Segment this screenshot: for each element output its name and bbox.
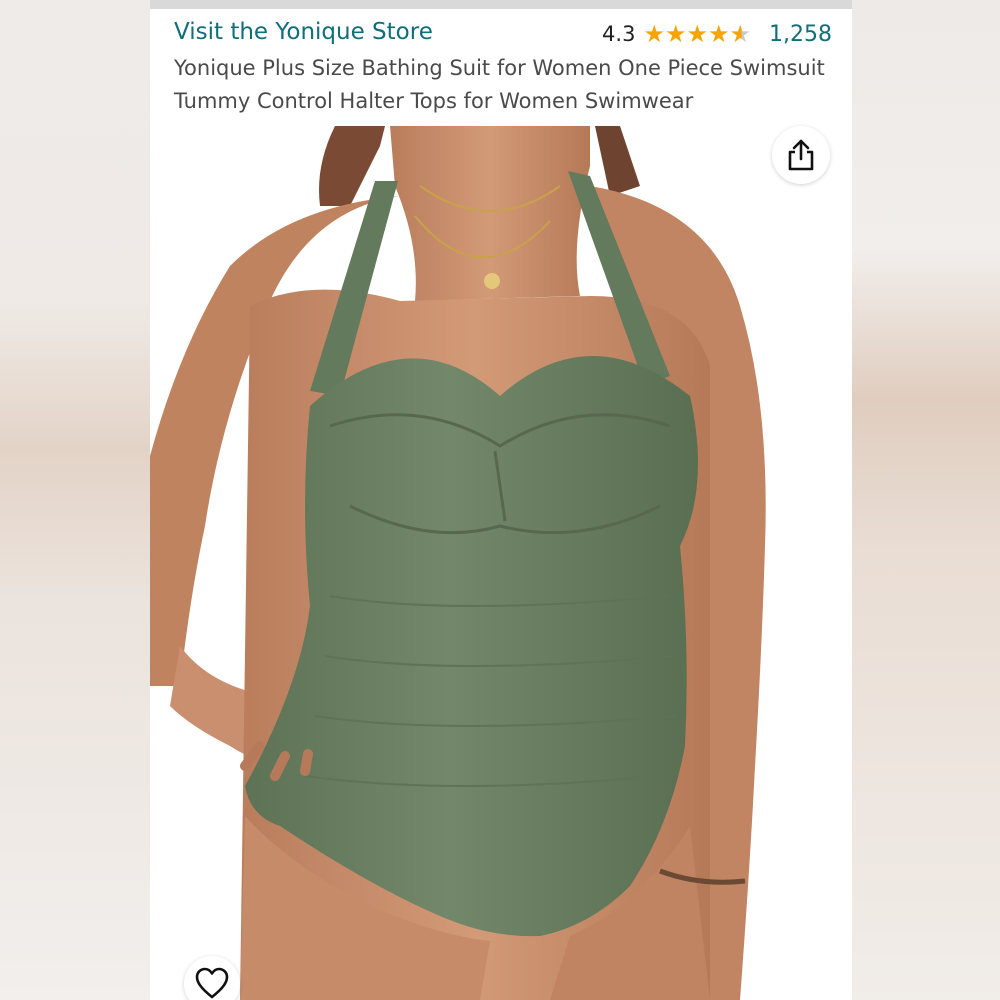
rating-row[interactable]: 4.3 ★ ★ ★ ★ ★ 1,258 [602,19,832,49]
rating-count-link[interactable]: 1,258 [769,22,832,47]
rating-value: 4.3 [602,22,636,46]
half-star-icon: ★ [729,20,752,48]
star-rating: ★ ★ ★ ★ ★ [643,22,751,46]
share-icon [788,139,814,171]
share-button[interactable] [772,126,830,184]
product-title: Yonique Plus Size Bathing Suit for Women… [174,56,825,113]
top-strip [150,0,852,9]
swimsuit-model-illustration [150,126,766,1000]
product-card: Visit the Yonique Store 4.3 ★ ★ ★ ★ ★ 1,… [150,0,852,1000]
background-left [0,0,150,1000]
store-link[interactable]: Visit the Yonique Store [174,19,433,45]
background-right [852,0,1000,1000]
star-icon: ★ [643,20,665,48]
star-icon: ★ [664,20,687,48]
product-image[interactable] [150,126,852,1000]
product-header: Visit the Yonique Store 4.3 ★ ★ ★ ★ ★ 1,… [150,9,852,120]
heart-icon [195,967,229,999]
star-icon: ★ [707,20,730,48]
star-icon: ★ [686,20,708,48]
